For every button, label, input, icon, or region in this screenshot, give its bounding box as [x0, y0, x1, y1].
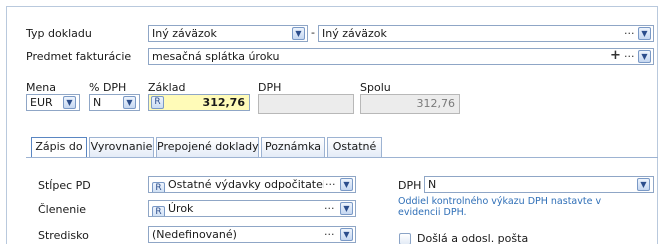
r-badge-icon: R	[151, 96, 164, 109]
mena-label: Mena	[26, 81, 56, 94]
tab-label: Prepojené doklady	[157, 140, 259, 153]
stlpec-pd-label: Stĺpec PD	[38, 179, 91, 192]
dosla-label: Došlá a odosl. pošta	[417, 232, 529, 244]
chevron-down-icon[interactable]: ▼	[123, 96, 136, 109]
zaklad-input[interactable]: R 312,76	[148, 94, 250, 111]
dph-amount-label: DPH	[258, 81, 282, 94]
r-badge-icon: R	[152, 182, 165, 192]
predmet-value: mesačná splátka úroku	[152, 50, 280, 63]
dph-hint-text: Oddiel kontrolného výkazu DPH nastavte v…	[398, 196, 602, 218]
stlpec-pd-value: Ostatné výdavky odpočitateľn	[168, 178, 334, 191]
clenenie-label: Členenie	[38, 203, 87, 216]
typ-dokladu-name: Iný záväzok	[322, 27, 387, 40]
spolu-value: 312,76	[416, 97, 456, 110]
tab-divider	[26, 157, 658, 158]
ellipsis-icon[interactable]: ···	[624, 26, 635, 41]
ellipsis-icon[interactable]: ···	[624, 49, 635, 64]
spolu-field: 312,76	[360, 94, 460, 114]
chevron-down-icon[interactable]: ▼	[638, 50, 651, 63]
tab-label: Zápis do	[35, 140, 83, 153]
chevron-down-icon[interactable]: ▼	[340, 228, 353, 241]
zaklad-value: 312,76	[202, 96, 245, 109]
r-badge-icon: R	[152, 206, 165, 216]
clenenie-value: Úrok	[168, 202, 194, 215]
tab-label: Poznámka	[264, 140, 322, 153]
typ-dokladu-code: Iný záväzok	[152, 27, 217, 40]
tab-zapis-do[interactable]: Zápis do	[31, 137, 87, 158]
tab-vyrovnanie[interactable]: Vyrovnanie	[89, 137, 154, 157]
spolu-label: Spolu	[360, 81, 391, 94]
dph-select[interactable]: N	[424, 176, 654, 193]
predmet-label: Predmet fakturácie	[26, 50, 132, 63]
typ-dokladu-select[interactable]: Iný záväzok	[148, 25, 308, 42]
chevron-down-icon[interactable]: ▼	[292, 27, 305, 40]
predmet-input[interactable]: mesačná splátka úroku	[148, 48, 654, 65]
tab-prepojene-doklady[interactable]: Prepojené doklady	[156, 137, 259, 157]
plus-icon[interactable]: +	[610, 48, 621, 63]
separator-dash: -	[311, 26, 315, 39]
dph-percent-value: N	[93, 96, 102, 109]
ellipsis-icon[interactable]: ···	[324, 177, 337, 192]
tab-ostatne[interactable]: Ostatné	[327, 137, 382, 157]
chevron-down-icon[interactable]: ▼	[340, 178, 353, 191]
dph-amount-field	[258, 94, 354, 114]
ellipsis-icon[interactable]: ···	[324, 227, 335, 242]
dosla-checkbox[interactable]	[399, 233, 411, 244]
chevron-down-icon[interactable]: ▼	[63, 96, 76, 109]
tab-poznamka[interactable]: Poznámka	[261, 137, 325, 157]
mena-value: EUR	[30, 96, 53, 109]
chevron-down-icon[interactable]: ▼	[340, 202, 353, 215]
stredisko-value: (Nedefinované)	[152, 228, 237, 241]
tab-label: Ostatné	[332, 140, 377, 153]
typ-dokladu-label: Typ dokladu	[26, 27, 92, 40]
chevron-down-icon[interactable]: ▼	[638, 27, 651, 40]
stredisko-label: Stredisko	[38, 229, 89, 242]
zaklad-label: Základ	[148, 81, 186, 94]
ellipsis-icon[interactable]: ···	[324, 201, 335, 216]
dph-percent-label: % DPH	[89, 81, 127, 94]
chevron-down-icon[interactable]: ▼	[637, 178, 650, 191]
typ-dokladu-name-field[interactable]: Iný záväzok	[318, 25, 654, 42]
tab-label: Vyrovnanie	[90, 140, 153, 153]
dph-value: N	[428, 178, 437, 191]
dph-label: DPH	[398, 179, 422, 192]
